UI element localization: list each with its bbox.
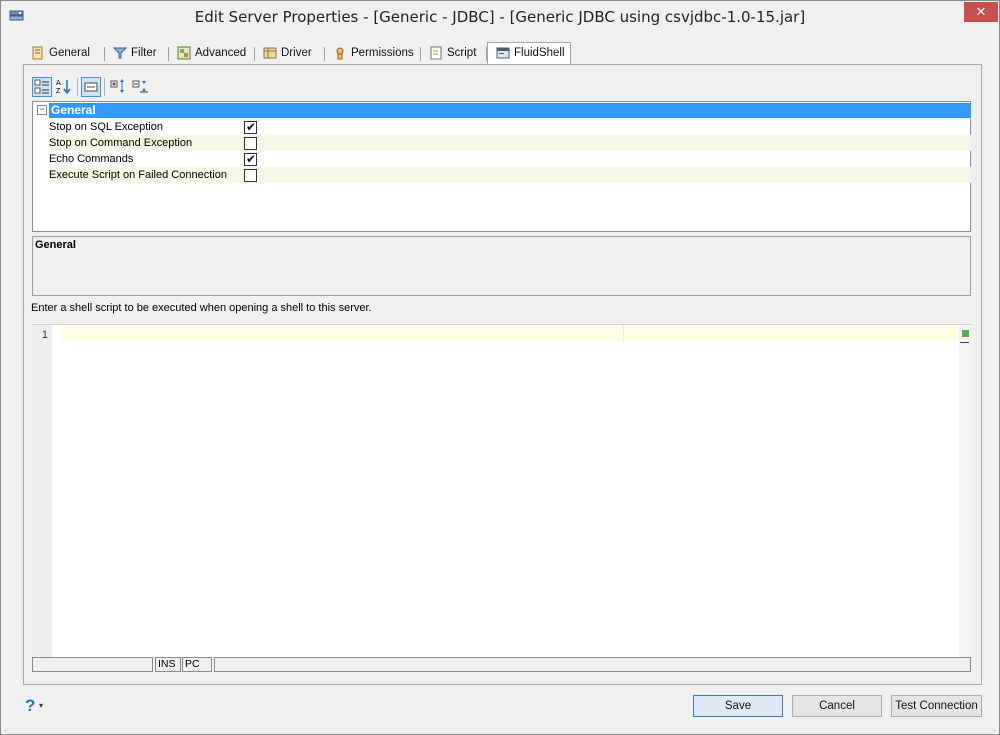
svg-text:A: A <box>56 80 61 87</box>
line-ending-cell[interactable]: PC <box>182 657 212 672</box>
sort-alphabetical-button[interactable]: AZ <box>54 77 74 97</box>
expand-all-icon <box>110 79 124 93</box>
tab-label: Advanced <box>195 47 247 59</box>
permissions-icon <box>336 47 344 60</box>
property-label: Stop on Command Exception <box>49 137 193 149</box>
filter-icon <box>113 47 127 59</box>
toolbar-separator <box>77 78 78 96</box>
right-margin-line <box>623 325 624 342</box>
window-title: Edit Server Properties - [Generic - JDBC… <box>194 8 806 26</box>
status-message-cell <box>214 657 971 672</box>
title-bar: Edit Server Properties - [Generic - JDBC… <box>1 1 999 32</box>
tab-advanced[interactable]: Advanced <box>169 43 255 65</box>
tab-label: Driver <box>281 47 312 59</box>
tab-script[interactable]: Script <box>421 43 487 65</box>
echo-commands-checkbox[interactable] <box>244 151 257 167</box>
script-icon <box>430 46 442 60</box>
expand-all-button[interactable] <box>110 77 130 97</box>
property-pages-icon <box>84 82 98 92</box>
execute-script-on-failed-connection-checkbox[interactable] <box>244 169 257 182</box>
tab-label: Filter <box>131 47 157 59</box>
tab-filter[interactable]: Filter <box>105 43 169 65</box>
property-description: General <box>32 236 971 296</box>
category-general[interactable]: General <box>49 103 971 118</box>
help-icon[interactable]: ? <box>25 696 35 716</box>
categorized-button[interactable] <box>32 77 52 97</box>
current-line-highlight[interactable] <box>62 327 958 342</box>
property-label: Echo Commands <box>49 153 134 165</box>
tab-label: FluidShell <box>514 47 565 59</box>
fluidshell-panel: AZ − General Stop on SQL Exception Stop … <box>23 64 982 685</box>
description-title: General <box>35 239 76 251</box>
tab-label: Permissions <box>351 47 414 59</box>
categorized-icon <box>34 79 49 94</box>
property-row-execute-script-on-failed-connection[interactable]: Execute Script on Failed Connection <box>49 167 971 183</box>
tab-permissions[interactable]: Permissions <box>325 43 421 65</box>
general-icon <box>32 46 43 60</box>
property-row-stop-on-sql-exception[interactable]: Stop on SQL Exception <box>49 119 971 135</box>
line-number-gutter: 1 <box>32 325 52 658</box>
edit-server-properties-window: Edit Server Properties - [Generic - JDBC… <box>0 0 1000 735</box>
test-connection-button[interactable]: Test Connection <box>891 695 982 717</box>
property-label: Execute Script on Failed Connection <box>49 169 227 181</box>
collapse-all-icon <box>132 80 148 93</box>
fluidshell-icon <box>496 47 510 59</box>
caret-position-cell <box>32 657 153 672</box>
script-editor[interactable]: 1 <box>32 324 971 658</box>
editor-status-bar: INS PC <box>32 657 971 673</box>
error-stripe <box>959 325 971 658</box>
property-row-echo-commands[interactable]: Echo Commands <box>49 151 971 167</box>
svg-text:Z: Z <box>56 88 61 95</box>
script-hint-text: Enter a shell script to be executed when… <box>31 302 372 314</box>
help-dropdown-icon[interactable]: ▾ <box>39 701 43 710</box>
save-button[interactable]: Save <box>693 695 783 717</box>
insert-mode-cell[interactable]: INS <box>155 657 181 672</box>
tab-driver[interactable]: Driver <box>255 43 325 65</box>
stop-on-command-exception-checkbox[interactable] <box>244 137 257 150</box>
caret-position-icon <box>960 342 969 346</box>
close-button[interactable]: ✕ <box>964 2 998 22</box>
tab-fluidshell[interactable]: FluidShell <box>487 42 571 65</box>
tab-label: Script <box>447 47 477 59</box>
property-label: Stop on SQL Exception <box>49 121 163 133</box>
advanced-icon <box>177 46 191 60</box>
collapse-all-button[interactable] <box>132 77 152 97</box>
property-row-stop-on-command-exception[interactable]: Stop on Command Exception <box>49 135 971 151</box>
cancel-button[interactable]: Cancel <box>792 695 882 717</box>
line-number: 1 <box>41 329 48 341</box>
status-ok-icon <box>962 330 969 337</box>
property-grid: − General Stop on SQL Exception Stop on … <box>32 101 971 232</box>
sort-az-icon: AZ <box>56 80 71 95</box>
driver-icon <box>263 47 277 59</box>
tab-general[interactable]: General <box>23 43 105 65</box>
property-pages-button[interactable] <box>81 77 101 97</box>
toolbar-separator <box>104 78 105 96</box>
collapse-category-icon[interactable]: − <box>37 105 47 115</box>
stop-on-sql-exception-checkbox[interactable] <box>244 119 257 135</box>
tab-label: General <box>49 47 90 59</box>
